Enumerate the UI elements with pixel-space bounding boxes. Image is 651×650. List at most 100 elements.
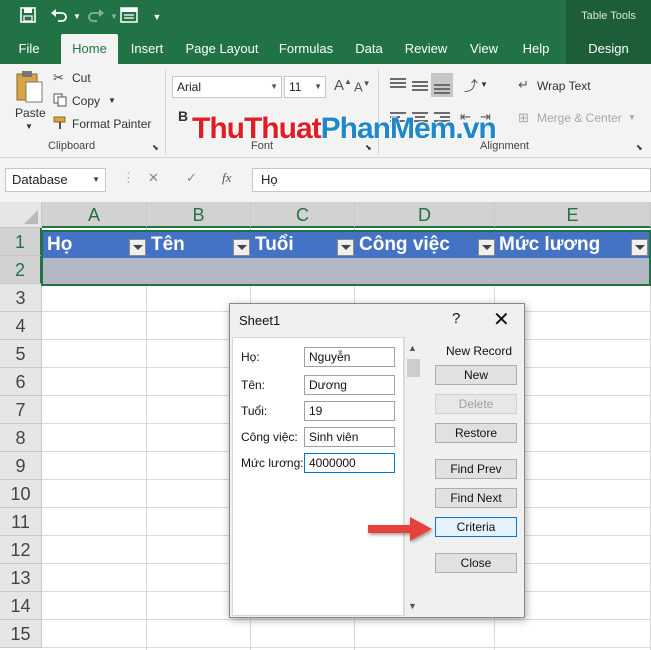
name-box-dropdown-icon[interactable]: ▼ — [92, 169, 100, 191]
tab-insert[interactable]: Insert — [124, 34, 170, 64]
scroll-up-icon[interactable]: ▲ — [408, 343, 417, 353]
customize-qat-icon[interactable]: ▼ — [147, 7, 167, 27]
column-header-e[interactable]: E — [495, 202, 651, 228]
font-size-dropdown-icon[interactable]: ▼ — [314, 77, 322, 97]
save-icon[interactable] — [18, 7, 38, 27]
tab-file[interactable]: File — [8, 34, 50, 64]
copy-button[interactable]: Copy — [72, 94, 100, 108]
tab-home[interactable]: Home — [61, 34, 118, 64]
row-header[interactable]: 2 — [0, 256, 42, 284]
formula-bar: Database ▼ ⋮ ✕ ✓ fx Họ — [0, 158, 651, 202]
orientation-icon[interactable]: ⤴ — [464, 76, 478, 96]
new-button[interactable]: New — [435, 365, 517, 385]
field-input-tuoi[interactable]: 19 — [304, 401, 395, 421]
row-header[interactable]: 4 — [0, 312, 42, 340]
table-tools-label: Table Tools — [566, 0, 651, 34]
clipboard-group-label: Clipboard — [48, 140, 96, 152]
watermark-logo: ThuThuatPhanMem.vn — [192, 112, 497, 145]
tab-data[interactable]: Data — [348, 34, 390, 64]
record-scrollbar[interactable]: ▲ ▼ — [404, 337, 422, 616]
field-label-tuoi: Tuổi: — [241, 404, 268, 418]
row-header[interactable]: 6 — [0, 368, 42, 396]
row-header[interactable]: 1 — [0, 228, 42, 256]
orientation-dropdown-icon[interactable]: ▼ — [480, 80, 488, 89]
select-all-button[interactable] — [0, 202, 42, 228]
column-header-b[interactable]: B — [147, 202, 251, 228]
field-input-ten[interactable]: Dương — [304, 375, 395, 395]
redo-icon[interactable] — [86, 7, 106, 27]
find-prev-button[interactable]: Find Prev — [435, 459, 517, 479]
row-header[interactable]: 13 — [0, 564, 42, 592]
tab-formulas[interactable]: Formulas — [274, 34, 338, 64]
row-header[interactable]: 8 — [0, 424, 42, 452]
bottom-align-icon[interactable] — [431, 73, 453, 97]
scroll-down-icon[interactable]: ▼ — [408, 601, 417, 611]
undo-icon[interactable] — [49, 7, 69, 27]
merge-center-dropdown-icon[interactable]: ▼ — [628, 113, 636, 122]
row-header[interactable]: 9 — [0, 452, 42, 480]
paste-icon[interactable] — [14, 70, 44, 107]
row-header[interactable]: 5 — [0, 340, 42, 368]
column-header-a[interactable]: A — [42, 202, 147, 228]
copy-dropdown-icon[interactable]: ▼ — [108, 96, 116, 105]
decrease-font-icon[interactable]: A▼ — [354, 79, 371, 94]
cut-button[interactable]: Cut — [72, 71, 91, 85]
copy-icon[interactable] — [53, 93, 67, 110]
field-label-muc-luong: Mức lương: — [241, 456, 304, 470]
tab-review[interactable]: Review — [398, 34, 454, 64]
close-icon[interactable]: ✕ — [493, 307, 510, 332]
selection-border — [41, 230, 651, 286]
wrap-text-icon[interactable]: ↵ — [518, 77, 529, 93]
tab-help[interactable]: Help — [514, 34, 558, 64]
undo-dropdown-icon[interactable]: ▼ — [67, 7, 87, 27]
dialog-title: Sheet1 — [239, 313, 281, 328]
row-header[interactable]: 11 — [0, 508, 42, 536]
scroll-thumb[interactable] — [407, 359, 420, 377]
enter-icon[interactable]: ✓ — [186, 170, 197, 186]
font-name-box[interactable]: Arial ▼ — [172, 76, 282, 98]
field-input-cong-viec[interactable]: Sinh viên — [304, 427, 395, 447]
delete-button[interactable]: Delete — [435, 394, 517, 414]
font-size-box[interactable]: 11 ▼ — [284, 76, 326, 98]
restore-button[interactable]: Restore — [435, 423, 517, 443]
field-input-ho[interactable]: Nguyễn — [304, 347, 395, 367]
middle-align-icon[interactable] — [412, 76, 430, 94]
row-header[interactable]: 14 — [0, 592, 42, 620]
criteria-button[interactable]: Criteria — [435, 517, 517, 537]
tab-design[interactable]: Design — [566, 34, 651, 64]
wrap-text-button[interactable]: Wrap Text — [537, 79, 591, 93]
field-input-muc-luong[interactable]: 4000000 — [304, 453, 395, 473]
row-header[interactable]: 3 — [0, 284, 42, 312]
clipboard-launcher-icon[interactable]: ⬊ — [152, 143, 159, 152]
name-box[interactable]: Database ▼ — [5, 168, 106, 192]
formula-input[interactable]: Họ — [252, 168, 651, 192]
top-align-icon[interactable] — [390, 76, 408, 94]
paste-button[interactable]: Paste — [15, 106, 46, 120]
form-icon[interactable] — [119, 7, 139, 27]
column-header-c[interactable]: C — [251, 202, 355, 228]
alignment-launcher-icon[interactable]: ⬊ — [636, 143, 643, 152]
column-header-d[interactable]: D — [355, 202, 495, 228]
increase-font-icon[interactable]: A▲ — [334, 77, 352, 94]
row-header[interactable]: 7 — [0, 396, 42, 424]
tab-page-layout[interactable]: Page Layout — [180, 34, 264, 64]
format-painter-button[interactable]: Format Painter — [72, 117, 151, 131]
bold-button[interactable]: B — [178, 108, 188, 124]
paste-dropdown-icon[interactable]: ▼ — [25, 122, 33, 131]
find-next-button[interactable]: Find Next — [435, 488, 517, 508]
merge-center-icon[interactable]: ⊞ — [518, 110, 529, 126]
tab-view[interactable]: View — [462, 34, 506, 64]
row-header[interactable]: 12 — [0, 536, 42, 564]
merge-center-button[interactable]: Merge & Center — [537, 111, 622, 125]
font-name-value: Arial — [177, 80, 202, 94]
help-icon[interactable]: ? — [452, 310, 460, 327]
cut-icon[interactable]: ✂ — [53, 70, 64, 86]
title-bar: ▼ ▼ ▼ Table Tools — [0, 0, 651, 34]
font-name-dropdown-icon[interactable]: ▼ — [270, 77, 278, 97]
close-button[interactable]: Close — [435, 553, 517, 573]
insert-function-icon[interactable]: fx — [222, 170, 231, 186]
row-header[interactable]: 15 — [0, 620, 42, 648]
format-painter-icon[interactable] — [53, 116, 67, 133]
cancel-icon[interactable]: ✕ — [148, 170, 159, 186]
row-header[interactable]: 10 — [0, 480, 42, 508]
